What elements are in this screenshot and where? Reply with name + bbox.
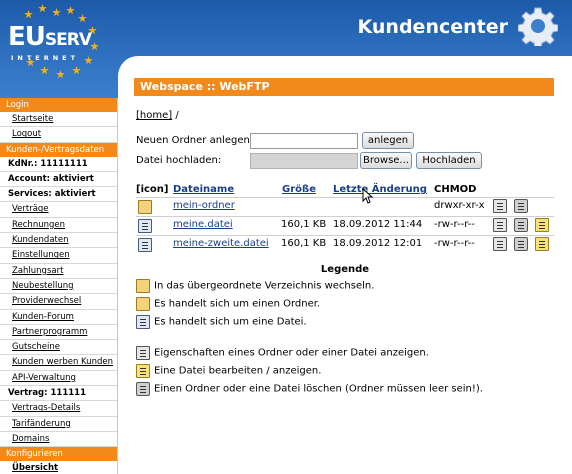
sidebar-section-kundendaten: Kunden-/Vertragsdaten: [0, 142, 117, 157]
main-content: Webspace :: WebFTP [home] / Neuen Ordner…: [118, 56, 572, 474]
legend-item: Eine Datei bearbeiten / anzeigen.: [136, 364, 321, 378]
table-row[interactable]: meine.datei 160,1 KB 18.09.2012 11:44 -r…: [136, 216, 554, 233]
upload-file-input[interactable]: [250, 153, 358, 169]
properties-icon[interactable]: [493, 218, 507, 232]
legend-title: Legende: [320, 264, 370, 275]
sidebar-item-neubestellung[interactable]: Neubestellung: [0, 279, 117, 295]
sidebar-item-domains[interactable]: Domains: [0, 432, 117, 448]
logo-subtitle: INTERNET: [11, 54, 80, 62]
sidebar-item-zahlungsart[interactable]: Zahlungsart: [0, 264, 117, 279]
breadcrumb-home-link[interactable]: [home]: [136, 110, 172, 121]
star-icon: [72, 66, 81, 75]
sidebar-section-login: Login: [0, 98, 117, 112]
column-header-changed[interactable]: Letzte Änderung: [333, 184, 427, 195]
sidebar-item-startseite[interactable]: Startseite: [0, 112, 117, 128]
legend-item: Einen Ordner oder eine Datei löschen (Or…: [136, 382, 483, 396]
file-icon: [136, 315, 150, 329]
folder-icon: [138, 200, 152, 214]
sidebar-item-vertraege[interactable]: Verträge: [0, 202, 117, 218]
sidebar-item-uebersicht[interactable]: Übersicht: [0, 461, 117, 474]
app-title: Kundencenter: [357, 16, 508, 38]
sidebar-item-kunden-werben-kunden[interactable]: Kunden werben Kunden: [0, 355, 117, 371]
sidebar-item-api-verwaltung[interactable]: API-Verwaltung: [0, 371, 117, 387]
sidebar-item-rechnungen[interactable]: Rechnungen: [0, 218, 117, 234]
account-status: Account: aktiviert: [0, 172, 117, 188]
gear-icon: [518, 7, 558, 46]
properties-icon[interactable]: [493, 199, 507, 213]
sidebar-item-providerwechsel[interactable]: Providerwechsel: [0, 294, 117, 310]
column-header-name[interactable]: Dateiname: [173, 184, 234, 195]
new-folder-input[interactable]: [250, 133, 358, 149]
upload-label: Datei hochladen:: [136, 155, 222, 166]
star-icon: [52, 8, 61, 17]
legend-item: In das übergeordnete Verzeichnis wechsel…: [136, 279, 374, 293]
file-chmod: drwxr-xr-x: [434, 200, 485, 211]
sidebar-item-kunden-forum[interactable]: Kunden-Forum: [0, 310, 117, 325]
sidebar: Login Startseite Logout Kunden-/Vertrags…: [0, 98, 118, 474]
edit-icon[interactable]: [535, 218, 549, 232]
sidebar-item-einstellungen[interactable]: Einstellungen: [0, 248, 117, 264]
delete-icon[interactable]: [514, 218, 528, 232]
table-row[interactable]: mein-ordner drwxr-xr-x: [136, 197, 554, 214]
column-header-size[interactable]: Größe: [282, 184, 316, 195]
file-changed: 18.09.2012 11:44: [333, 219, 423, 230]
edit-icon[interactable]: [535, 237, 549, 251]
column-header-icon: [icon]: [136, 184, 169, 195]
legend-item: Es handelt sich um eine Datei.: [136, 315, 307, 329]
sidebar-item-tarifaenderung[interactable]: Tarifänderung: [0, 417, 117, 432]
delete-icon[interactable]: [514, 199, 528, 213]
star-icon: [90, 42, 99, 51]
sidebar-item-partnerprogramm[interactable]: Partnerprogramm: [0, 325, 117, 341]
file-changed: 18.09.2012 12:01: [333, 238, 423, 249]
edit-icon: [136, 364, 150, 378]
file-name-link[interactable]: meine.datei: [173, 219, 233, 230]
legend-item: Es handelt sich um einen Ordner.: [136, 297, 320, 311]
file-name-link[interactable]: mein-ordner: [173, 200, 235, 211]
sidebar-item-gutscheine[interactable]: Gutscheine: [0, 340, 117, 356]
folder-icon: [136, 297, 150, 311]
star-icon: [24, 10, 33, 19]
column-header-chmod: CHMOD: [434, 184, 477, 195]
mouse-cursor-icon: [362, 188, 374, 204]
breadcrumb: [home] /: [136, 110, 179, 121]
star-icon: [84, 56, 93, 65]
file-size: 160,1 KB: [281, 219, 327, 230]
services-status: Services: aktiviert: [0, 187, 117, 203]
star-icon: [38, 4, 47, 13]
sidebar-section-konfigurieren: Konfigurieren: [0, 447, 117, 462]
breadcrumb-separator: /: [175, 110, 179, 121]
properties-icon[interactable]: [493, 237, 507, 251]
delete-icon[interactable]: [514, 237, 528, 251]
star-icon: [66, 6, 75, 15]
new-folder-label: Neuen Ordner anlegen:: [136, 135, 254, 146]
logo[interactable]: EUSERV: [8, 22, 92, 52]
browse-button[interactable]: Browse...: [360, 152, 412, 169]
star-icon: [40, 66, 49, 75]
file-name-link[interactable]: meine-zweite.datei: [173, 238, 269, 249]
page-title: Webspace :: WebFTP: [134, 78, 554, 96]
star-icon: [56, 70, 65, 79]
file-chmod: -rw-r--r--: [434, 238, 475, 249]
sidebar-item-kundendaten[interactable]: Kundendaten: [0, 233, 117, 249]
contract-number: Vertrag: 111111: [0, 386, 117, 402]
sidebar-item-logout[interactable]: Logout: [0, 127, 117, 143]
customer-number: KdNr.: 11111111: [0, 157, 117, 172]
delete-icon: [136, 382, 150, 396]
file-chmod: -rw-r--r--: [434, 219, 475, 230]
file-icon: [138, 238, 152, 252]
file-icon: [138, 219, 152, 233]
properties-icon: [136, 346, 150, 360]
table-row[interactable]: meine-zweite.datei 160,1 KB 18.09.2012 1…: [136, 235, 554, 252]
upload-button[interactable]: Hochladen: [416, 152, 482, 169]
create-folder-button[interactable]: anlegen: [362, 132, 414, 149]
file-size: 160,1 KB: [281, 238, 327, 249]
legend-item: Eigenschaften eines Ordner oder einer Da…: [136, 346, 429, 360]
folder-up-icon: [136, 279, 150, 293]
sidebar-item-vertrags-details[interactable]: Vertrags-Details: [0, 401, 117, 417]
